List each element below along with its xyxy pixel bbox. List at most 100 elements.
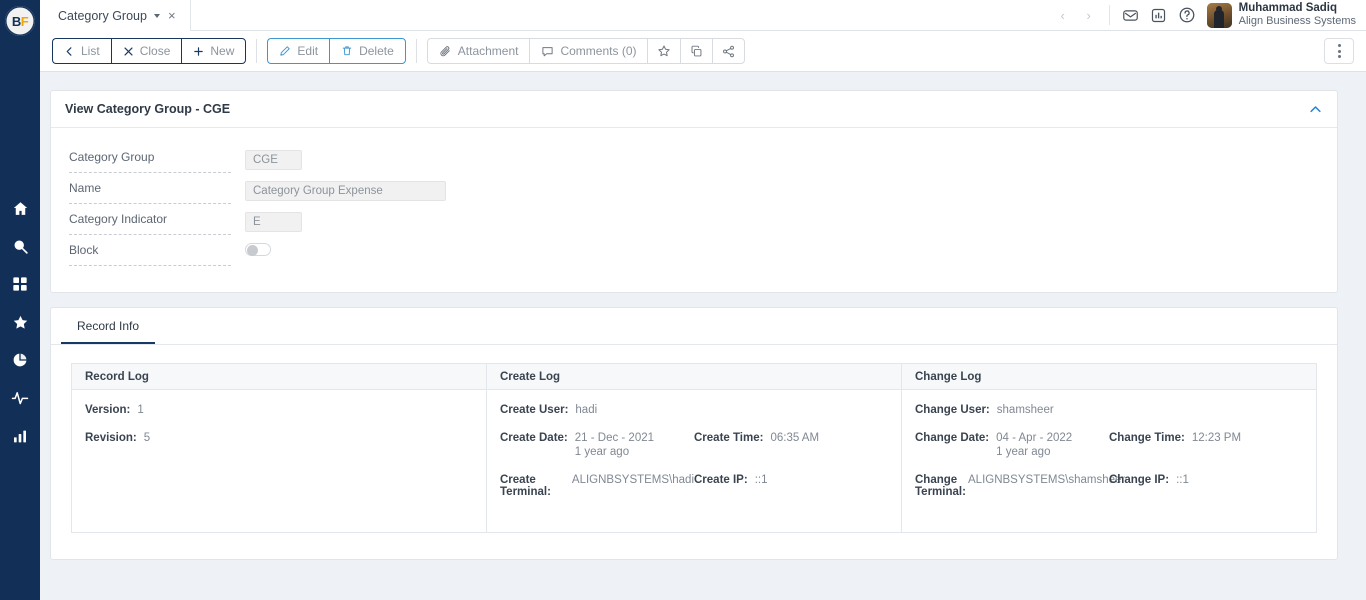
user-name: Muhammad Sadiq [1238,2,1338,14]
field-row-category-indicator: Category Indicator E [69,212,1337,243]
extra-button-group: Attachment Comments (0) [426,38,746,64]
log-key: Change Terminal: [915,474,966,498]
toolbar-separator-2 [415,39,417,63]
kebab-menu-icon [1337,44,1341,58]
attachment-button[interactable]: Attachment [426,38,530,64]
top-bar: Category Group × ‹ › Muhammad Sadiq Alig… [40,0,1366,31]
log-row: Revision: 5 [85,432,473,444]
sidebar-item-activity[interactable] [0,388,40,408]
sidebar-item-search[interactable] [0,236,40,256]
more-actions-button[interactable] [1324,38,1354,64]
document-tab-category-group[interactable]: Category Group × [40,0,191,31]
list-button[interactable]: List [52,38,111,64]
topbar-right-cluster: ‹ › Muhammad Sadiq Align Business System… [1050,0,1366,30]
logs-wrapper: Record Log Version: 1 Revision: 5 Create… [51,345,1337,559]
log-key: Create User: [500,404,569,416]
nav-button-group: List Close New [52,38,247,64]
change-log-column: Change Log Change User: shamsheer Change… [902,364,1316,532]
toggle-knob [247,245,258,256]
log-value: ::1 [1176,474,1189,486]
pencil-icon [279,45,291,57]
log-row: Change Terminal: ALIGNBSYSTEMS\shamsheer… [915,474,1303,498]
log-value: 21 - Dec - 2021 1 year ago [575,432,654,458]
sidebar-item-home[interactable] [0,198,40,218]
log-value: 1 [137,404,144,416]
log-key: Change Time: [1109,432,1185,444]
copy-button[interactable] [680,38,713,64]
close-button-label: Close [139,44,171,58]
star-outline-icon [657,44,671,58]
list-button-label: List [81,44,100,58]
header-divider [1108,5,1110,25]
apps-grid-icon [12,276,28,292]
create-log-title: Create Log [487,364,901,390]
favorite-button[interactable] [647,38,681,64]
field-label-category-indicator: Category Indicator [69,212,231,235]
sidebar-item-analytics[interactable] [0,426,40,446]
chevron-left-icon [64,46,75,57]
log-value-relative: 1 year ago [574,446,630,458]
comment-icon [541,45,554,58]
close-button[interactable]: Close [110,38,182,64]
log-key: Version: [85,404,131,416]
block-toggle[interactable] [245,243,271,256]
user-menu[interactable]: Muhammad Sadiq Align Business Systems [1206,2,1356,28]
new-button-label: New [210,44,235,58]
sidebar-item-reports[interactable] [0,350,40,370]
activity-icon [11,389,29,407]
left-sidebar: BF [0,0,40,600]
chevron-up-icon[interactable] [1308,102,1323,117]
avatar [1206,2,1232,28]
form-card-header: View Category Group - CGE [51,91,1337,128]
form-body: Category Group CGE Name Category Group E… [51,128,1337,292]
log-key: Create Time: [694,432,764,444]
mail-icon[interactable] [1117,0,1145,31]
log-row: Version: 1 [85,404,473,416]
log-row: Create User: hadi [500,404,888,416]
action-toolbar: List Close New Edit Delete Attachment Co… [40,31,1366,72]
record-info-card: Record Info Record Log Version: 1 Revisi… [50,307,1338,560]
category-indicator-input[interactable]: E [245,212,302,232]
page-title: View Category Group - CGE [65,102,231,116]
comments-button-label: Comments (0) [560,44,637,58]
log-key: Revision: [85,432,137,444]
app-logo[interactable]: BF [5,6,35,36]
log-row: Create Date: 21 - Dec - 2021 1 year ago … [500,432,888,458]
field-label-block: Block [69,243,231,266]
tab-bar: Record Info [51,308,1337,345]
category-group-input[interactable]: CGE [245,150,302,170]
change-log-body: Change User: shamsheer Change Date: 04 -… [902,390,1316,532]
edit-button[interactable]: Edit [267,38,330,64]
create-log-column: Create Log Create User: hadi Create Date… [487,364,902,532]
share-icon [722,45,735,58]
name-input[interactable]: Category Group Expense [245,181,446,201]
record-log-body: Version: 1 Revision: 5 [72,390,486,512]
record-log-title: Record Log [72,364,486,390]
copy-icon [690,45,703,58]
new-button[interactable]: New [181,38,247,64]
log-row: Change User: shamsheer [915,404,1303,416]
help-icon[interactable] [1173,0,1201,31]
search-icon [12,238,29,255]
close-icon[interactable]: × [167,9,177,22]
next-record-button[interactable]: › [1076,0,1102,31]
prev-record-button[interactable]: ‹ [1050,0,1076,31]
home-icon [12,200,29,217]
comments-button[interactable]: Comments (0) [529,38,648,64]
attachment-button-label: Attachment [457,44,519,58]
dashboard-icon[interactable] [1145,0,1173,31]
create-log-body: Create User: hadi Create Date: 21 - Dec … [487,390,901,532]
tab-record-info[interactable]: Record Info [61,308,156,344]
chevron-down-icon[interactable] [153,13,160,18]
sidebar-item-apps[interactable] [0,274,40,294]
star-icon [12,314,29,331]
log-value: ALIGNBSYSTEMS\shamsheer [968,474,1126,486]
log-key: Change User: [915,404,990,416]
share-button[interactable] [712,38,746,64]
plus-icon [193,46,204,57]
sidebar-item-favorites[interactable] [0,312,40,332]
log-value-text: 04 - Apr - 2022 [996,432,1073,444]
delete-button[interactable]: Delete [329,38,406,64]
log-value: shamsheer [996,404,1054,416]
paperclip-icon [439,45,452,58]
